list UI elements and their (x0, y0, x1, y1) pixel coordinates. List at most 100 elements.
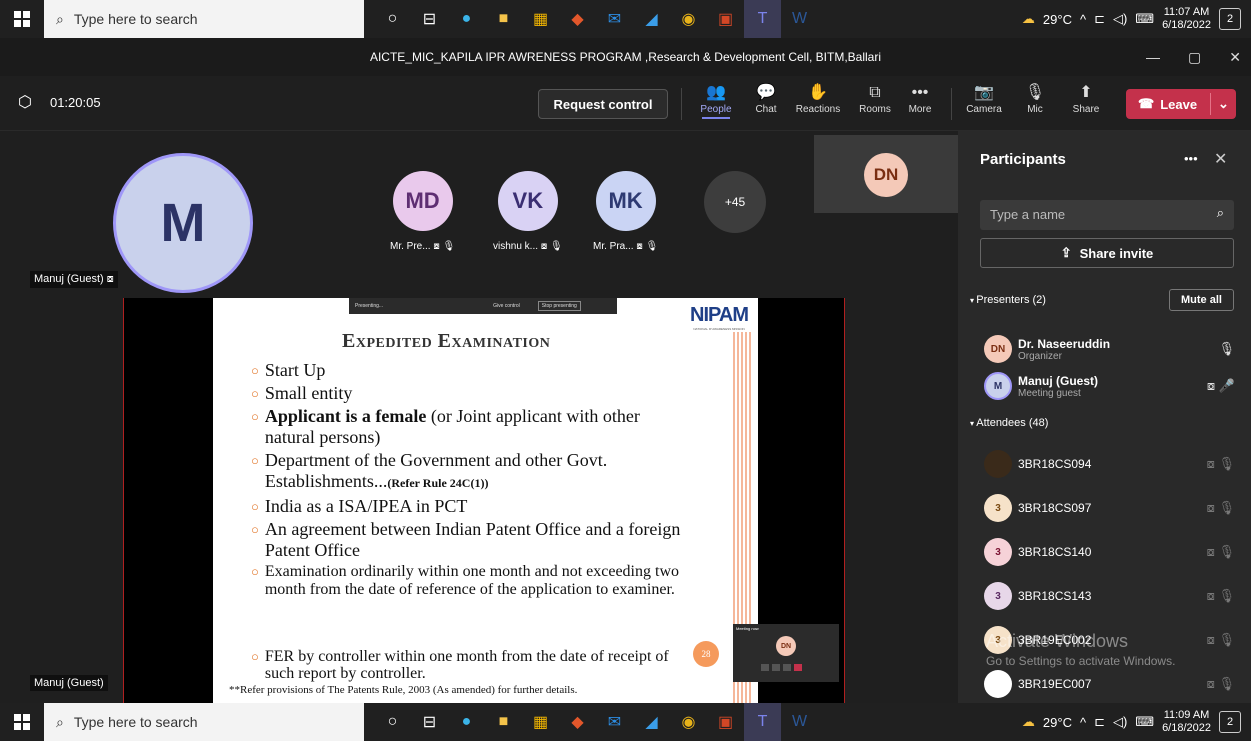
taskbar-search-placeholder: Type here to search (73, 11, 198, 27)
minimize-icon[interactable]: — (1146, 49, 1160, 65)
more-icon: ••• (911, 84, 929, 101)
powerpoint-icon[interactable]: ▣ (707, 703, 744, 741)
bullet-text: India as a ISA/IPEA in PCT (264, 496, 468, 516)
share-invite-button[interactable]: ⇪ Share invite (980, 238, 1234, 268)
stop-presenting-button[interactable]: Stop presenting (537, 301, 581, 311)
attendees-header[interactable]: ▾ Attendees (48) (970, 417, 1048, 429)
task-view-icon[interactable]: ⊟ (411, 0, 448, 38)
presenters-header-label: Presenters (2) (976, 294, 1046, 306)
people-button[interactable]: 👥 People (688, 82, 744, 119)
share-button[interactable]: ⬆ Share (1058, 82, 1114, 115)
close-icon[interactable]: ✕ (1229, 49, 1241, 66)
calculator-icon[interactable]: ▦ (522, 703, 559, 741)
reactions-button[interactable]: ✋ Reactions (790, 82, 846, 115)
avatar-initials: 3 (995, 590, 1001, 602)
chrome-icon[interactable]: ◉ (670, 703, 707, 741)
mic-button[interactable]: 🎙 Mic (1007, 82, 1063, 115)
file-explorer-icon[interactable]: ■ (485, 0, 522, 38)
weather-temp[interactable]: 29°C (1043, 12, 1072, 27)
app-blue-icon[interactable]: ◢ (633, 0, 670, 38)
network-icon[interactable]: ⊏ (1094, 11, 1105, 27)
keyboard-icon[interactable]: ⌨ (1135, 714, 1154, 730)
request-control-button[interactable]: Request control (538, 89, 668, 119)
search-icon: ⌕ (1216, 205, 1224, 220)
chrome-icon[interactable]: ◉ (670, 0, 707, 38)
taskbar-clock[interactable]: 11:07 AM 6/18/2022 (1162, 6, 1211, 32)
chat-button[interactable]: 💬 Chat (738, 82, 794, 115)
attendee-row[interactable]: 3 3BR18CS097 ⧇ 🎙 (958, 486, 1251, 530)
powerpoint-icon[interactable]: ▣ (707, 0, 744, 38)
gallery-tile-vk[interactable]: VK vishnu k... ⧇ 🎙 (493, 171, 563, 252)
tray-chevron-icon[interactable]: ^ (1080, 715, 1086, 730)
cortana-icon[interactable]: ○ (374, 0, 411, 38)
camera-mic-off-icons: ⧇ 🎙 (1206, 500, 1235, 515)
presenter-info: Manuj (Guest) Meeting guest (1018, 374, 1098, 399)
keyboard-icon[interactable]: ⌨ (1135, 11, 1154, 27)
weather-icon[interactable]: ☁ (1022, 11, 1035, 27)
attendee-row[interactable]: 3 3BR18CS140 ⧇ 🎙 (958, 530, 1251, 574)
gallery-tile-md[interactable]: MD Mr. Pre... ⧇ 🎙 (390, 171, 455, 252)
weather-temp[interactable]: 29°C (1043, 715, 1072, 730)
volume-icon[interactable]: ◁) (1113, 714, 1127, 730)
avatar-initials: DN (780, 642, 792, 650)
tray-chevron-icon[interactable]: ^ (1080, 12, 1086, 27)
task-view-icon[interactable]: ⊟ (411, 703, 448, 741)
mini-meeting-window[interactable]: Meeting now DN (733, 624, 839, 682)
cortana-icon[interactable]: ○ (374, 703, 411, 741)
main-participant-label: Manuj (Guest) ⧇ (30, 271, 118, 288)
bullet-item: ○ Start Up (251, 360, 326, 380)
presenters-header[interactable]: ▾ Presenters (2) (970, 294, 1046, 306)
dn-video-tile[interactable]: DN (814, 135, 958, 213)
taskbar-clock[interactable]: 11:09 AM 6/18/2022 (1162, 709, 1211, 735)
more-button[interactable]: ••• More (892, 82, 948, 115)
windows-start-icon[interactable] (0, 703, 44, 741)
taskbar-search-box[interactable]: ⌕ Type here to search (44, 703, 364, 741)
mute-all-button[interactable]: Mute all (1169, 289, 1234, 311)
attendee-row[interactable]: 3BR19EC007 ⧇ 🎙 (958, 662, 1251, 706)
edge-icon[interactable]: ● (448, 0, 485, 38)
app-icon[interactable]: ◆ (559, 703, 596, 741)
taskbar-search-box[interactable]: ⌕ Type here to search (44, 0, 364, 38)
more-options-icon[interactable]: ••• (1184, 151, 1198, 166)
notification-icon[interactable]: 2 (1219, 8, 1241, 30)
shield-icon[interactable]: ⬡ (18, 92, 32, 112)
calculator-icon[interactable]: ▦ (522, 0, 559, 38)
app-blue-icon[interactable]: ◢ (633, 703, 670, 741)
app-icon[interactable]: ◆ (559, 0, 596, 38)
avatar-initials: VK (512, 188, 544, 213)
gallery-tile-mk[interactable]: MK Mr. Pra... ⧇ 🎙 (593, 171, 658, 252)
teams-icon[interactable]: T (744, 703, 781, 741)
camera-button[interactable]: 📷 Camera (956, 82, 1012, 115)
mail-icon[interactable]: ✉ (596, 0, 633, 38)
overflow-participants-button[interactable]: +45 (704, 171, 766, 233)
teams-icon[interactable]: T (744, 0, 781, 38)
close-panel-icon[interactable]: ✕ (1214, 149, 1227, 169)
participant-name: Mr. Pre... (390, 241, 431, 252)
page-number: 28 (701, 649, 711, 659)
windows-start-icon[interactable] (0, 0, 44, 38)
attendee-row[interactable]: 3 3BR18CS143 ⧇ 🎙 (958, 574, 1251, 618)
volume-icon[interactable]: ◁) (1113, 11, 1127, 27)
word-icon[interactable]: W (781, 0, 818, 38)
edge-icon[interactable]: ● (448, 703, 485, 741)
attendee-row[interactable]: 3BR18CS094 ⧇ 🎙 (958, 442, 1251, 486)
presenter-row[interactable]: M Manuj (Guest) Meeting guest ⧇ 🎤 (958, 364, 1251, 408)
mail-icon[interactable]: ✉ (596, 703, 633, 741)
network-icon[interactable]: ⊏ (1094, 714, 1105, 730)
bullet-item: ○ Examination ordinarily within one month… (251, 563, 695, 599)
meeting-toolbar: ⬡ 01:20:05 Request control 👥 People 💬 Ch… (0, 76, 1251, 131)
camera-off-icon: 📷 (974, 84, 994, 101)
maximize-icon[interactable]: ▢ (1188, 49, 1201, 66)
nipam-logo: NIPAM NATIONAL IP AWARENESS MISSION (690, 304, 749, 331)
camera-mic-off-icons: ⧇ 🎙 (1206, 588, 1235, 603)
camera-mic-icons: ⧇ 🎤 (1206, 378, 1235, 393)
give-control-button[interactable]: Give control (493, 303, 520, 309)
word-icon[interactable]: W (781, 703, 818, 741)
chevron-down-icon[interactable]: ⌄ (1218, 96, 1229, 112)
share-invite-label: Share invite (1079, 245, 1154, 261)
leave-button[interactable]: ☎ Leave ⌄ (1126, 89, 1236, 119)
weather-icon[interactable]: ☁ (1022, 714, 1035, 730)
notification-icon[interactable]: 2 (1219, 711, 1241, 733)
file-explorer-icon[interactable]: ■ (485, 703, 522, 741)
participant-search-input[interactable]: Type a name ⌕ (980, 200, 1234, 230)
